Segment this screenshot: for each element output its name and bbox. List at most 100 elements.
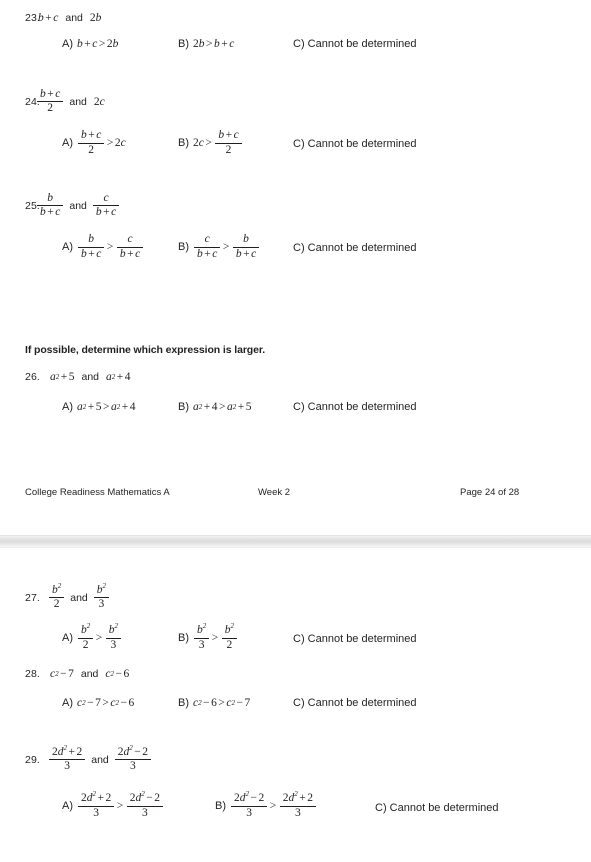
choice-a-26[interactable]: A) a 2 +5 > a 2 +4	[62, 401, 137, 413]
question-number: 24.	[25, 95, 40, 108]
choice-label-b: B)	[178, 38, 189, 50]
choice-a-fraction-left: b b + c	[78, 233, 105, 260]
choice-a-23[interactable]: A) b + c >2 b	[62, 38, 119, 50]
choice-a-27[interactable]: A) b2 2 > b2 3	[62, 623, 122, 651]
footer-page-number: Page 24 of 28	[460, 487, 520, 498]
question-block-25: 25. b b + c and c b + c A) b b + c > c b…	[0, 192, 591, 267]
question-stem-23: 23. b + c and 2b	[0, 12, 591, 24]
choice-b-23[interactable]: B) 2 b > b + c	[178, 38, 235, 50]
choice-b-fraction-right: b2 2	[221, 623, 237, 651]
answer-row-27: A) b2 2 > b2 3 B) b2 3 > b2 2 C) Cannot …	[0, 623, 591, 658]
choice-b-24[interactable]: B) 2 c > b + c 2	[178, 129, 243, 156]
choice-c-27[interactable]: C) Cannot be determined	[293, 633, 418, 645]
choice-a-expression: c 2−7 > c 2−6	[77, 697, 135, 709]
choice-b-27[interactable]: B) b2 3 > b2 2	[178, 623, 238, 651]
choice-label-b: B)	[178, 401, 189, 413]
question-stem-25: 25. b b + c and c b + c	[0, 192, 591, 219]
choice-label-a: A)	[62, 632, 73, 645]
choice-b-fraction-left: c b + c	[194, 233, 221, 260]
choice-c-28[interactable]: C) Cannot be determined	[293, 697, 418, 709]
question-block-27: 27. b2 2 and b2 3 A) b2 2 > b2 3 B) b2 3…	[0, 583, 591, 658]
choice-a-comparison: >2 c	[106, 137, 126, 150]
choice-a-fraction-right: c b + c	[116, 233, 144, 260]
choice-c-26[interactable]: C) Cannot be determined	[293, 401, 418, 413]
question-number: 23.	[25, 12, 40, 24]
page-separator	[0, 535, 591, 548]
choice-a-fraction-left: b2 2	[78, 623, 94, 651]
answer-row-29: A) 2d2 +2 3 > 2d2−2 3 B) 2d2−2 3 > 2d2 +…	[0, 791, 591, 828]
choice-a-fraction-right: b2 3	[105, 623, 121, 651]
worksheet-page-24: 23. b + c and 2b A) b + c >2 b B) 2 b > b + c C) Ca…	[0, 0, 591, 535]
worksheet-page-25: 27. b2 2 and b2 3 A) b2 2 > b2 3 B) b2 3…	[0, 548, 591, 862]
stem-expression-right: c 2−6	[105, 668, 130, 680]
question-block-28: 28. c 2−7 and c 2−6 A) c 2−7 > c 2−6 B) c 2−6 > c…	[0, 668, 591, 720]
choice-b-28[interactable]: B) c 2−6 > c 2−7	[178, 697, 251, 709]
stem-fraction-left: b + c 2	[37, 88, 64, 115]
choice-c-29[interactable]: C) Cannot be determined	[375, 802, 500, 814]
choice-c-24[interactable]: C) Cannot be determined	[293, 138, 418, 150]
connector-and: and	[81, 371, 100, 383]
question-block-29: 29. 2d2 +2 3 and 2d2−2 3 A) 2d2 +2 3 > 2…	[0, 745, 591, 828]
question-number: 27.	[25, 591, 40, 604]
choice-a-operator: >	[116, 800, 124, 813]
question-number: 29.	[25, 753, 40, 766]
stem-expression-right: a 2 +4	[106, 371, 131, 383]
stem-expression-right: 2b	[89, 12, 102, 24]
choice-a-operator: >	[106, 241, 114, 254]
choice-label-a: A)	[62, 241, 73, 254]
choice-b-expression: c 2−6 > c 2−7	[193, 697, 251, 709]
stem-fraction-right: b2 3	[93, 583, 110, 611]
choice-a-fraction-right: 2d2−2 3	[126, 791, 163, 819]
footer-course-title: College Readiness Mathematics A	[25, 487, 170, 498]
choice-c-label-text: C) Cannot be determined	[293, 633, 417, 646]
stem-fraction-left: b2 2	[49, 583, 65, 611]
choice-b-left: 2 c >	[193, 137, 212, 150]
connector-and: and	[80, 668, 99, 680]
question-number: 26.	[25, 371, 40, 383]
choice-c-23[interactable]: C) Cannot be determined	[293, 38, 418, 50]
choice-label-b: B)	[178, 697, 189, 709]
question-number: 28.	[25, 668, 40, 680]
choice-b-operator: >	[269, 800, 277, 813]
answer-row-28: A) c 2−7 > c 2−6 B) c 2−6 > c 2−7 C) Cannot be d…	[0, 694, 591, 720]
stem-fraction-right: c b + c	[92, 192, 120, 219]
choice-b-25[interactable]: B) c b + c > b b + c	[178, 233, 260, 260]
stem-expression-right: 2c	[93, 95, 105, 108]
stem-fraction-left: 2d2 +2 3	[49, 745, 86, 773]
choice-c-label-text: C) Cannot be determined	[293, 697, 417, 709]
stem-fraction-right: 2d2−2 3	[114, 745, 152, 773]
instruction-heading: If possible, determine which expression …	[25, 344, 266, 356]
choice-a-29[interactable]: A) 2d2 +2 3 > 2d2−2 3	[62, 791, 164, 819]
choice-b-expression: 2 b > b + c	[193, 38, 235, 50]
choice-a-operator: >	[95, 632, 103, 645]
choice-b-fraction-right: b b + c	[232, 233, 260, 260]
footer-week: Week 2	[258, 487, 291, 498]
choice-label-a: A)	[62, 800, 73, 813]
choice-c-label-text: C) Cannot be determined	[293, 242, 417, 255]
choice-b-operator: >	[222, 241, 230, 254]
choice-a-25[interactable]: A) b b + c > c b + c	[62, 233, 144, 260]
choice-label-a: A)	[62, 697, 73, 709]
choice-a-fraction: b + c 2	[78, 129, 105, 156]
stem-expression-left: c 2−7	[50, 668, 74, 680]
choice-b-29[interactable]: B) 2d2−2 3 > 2d2 +2 3	[215, 791, 317, 819]
question-block-24: 24. b + c 2 and 2c A) b + c 2 >2 c B) 2 …	[0, 88, 591, 163]
choice-c-25[interactable]: C) Cannot be determined	[293, 242, 418, 254]
choice-a-24[interactable]: A) b + c 2 >2 c	[62, 129, 127, 156]
question-stem-24: 24. b + c 2 and 2c	[0, 88, 591, 115]
choice-label-a: A)	[62, 137, 73, 150]
choice-b-operator: >	[211, 632, 219, 645]
choice-a-28[interactable]: A) c 2−7 > c 2−6	[62, 697, 135, 709]
stem-fraction-left: b b + c	[37, 192, 64, 219]
choice-label-b: B)	[178, 632, 189, 645]
connector-and: and	[69, 199, 87, 212]
connector-and: and	[91, 753, 109, 766]
choice-label-b: B)	[178, 241, 189, 254]
choice-b-fraction-left: b2 3	[194, 623, 210, 651]
choice-c-label-text: C) Cannot be determined	[375, 802, 499, 815]
question-stem-27: 27. b2 2 and b2 3	[0, 583, 591, 611]
question-stem-28: 28. c 2−7 and c 2−6	[0, 668, 591, 680]
choice-b-expression: a 2 +4 > a 2 +5	[193, 401, 252, 413]
choice-a-fraction-left: 2d2 +2 3	[78, 791, 115, 819]
choice-b-26[interactable]: B) a 2 +4 > a 2 +5	[178, 401, 253, 413]
